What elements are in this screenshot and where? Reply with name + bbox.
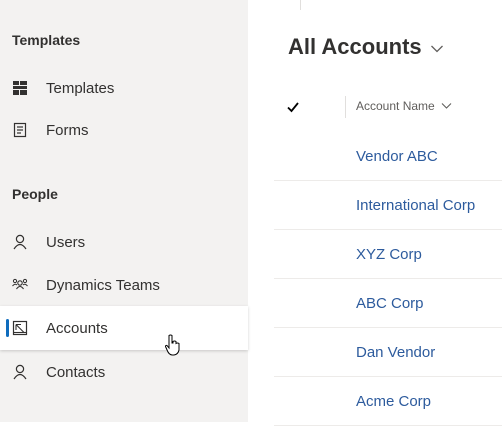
account-name-link[interactable]: Vendor ABC [356, 148, 438, 165]
table-row[interactable]: Dan Vendor [274, 328, 502, 377]
column-header-label: Account Name [356, 99, 435, 113]
column-divider [345, 96, 346, 118]
account-name-link[interactable]: Acme Corp [356, 393, 431, 410]
hand-cursor-icon [164, 334, 182, 361]
table-row[interactable]: Acme Corp [274, 377, 502, 426]
sidebar-item-label: Dynamics Teams [46, 276, 160, 294]
view-selector[interactable]: All Accounts [288, 34, 444, 60]
account-name-link[interactable]: Dan Vendor [356, 344, 435, 361]
sidebar-item-label: Accounts [46, 319, 108, 337]
sidebar-item-templates[interactable]: Templates [0, 66, 248, 110]
page-title: All Accounts [288, 34, 422, 59]
sidebar-item-forms[interactable]: Forms [0, 108, 248, 152]
table-row[interactable]: Vendor ABC [274, 132, 502, 181]
table-row[interactable]: International Corp [274, 181, 502, 230]
accounts-icon [12, 320, 28, 336]
table-row[interactable]: ABC Corp [274, 279, 502, 328]
teams-icon [12, 277, 28, 293]
sidebar-item-users[interactable]: Users [0, 220, 248, 264]
column-header-account-name[interactable]: Account Name [356, 99, 452, 113]
user-icon [12, 234, 28, 250]
sidebar-item-dynamics-teams[interactable]: Dynamics Teams [0, 263, 248, 307]
selected-indicator [6, 319, 9, 337]
sidebar-item-label: Contacts [46, 363, 106, 381]
templates-icon [12, 80, 28, 96]
sidebar-item-label: Users [46, 233, 86, 251]
chevron-down-icon [441, 99, 452, 113]
account-name-link[interactable]: XYZ Corp [356, 246, 422, 263]
section-title-people: People [12, 186, 58, 202]
account-name-link[interactable]: ABC Corp [356, 295, 424, 312]
section-title-templates: Templates [12, 32, 81, 48]
user-icon [12, 364, 28, 380]
sidebar-item-contacts[interactable]: Contacts [0, 350, 248, 394]
table-header: Account Name [274, 88, 502, 130]
sidebar-item-label: Forms [46, 121, 89, 139]
sidebar: Templates Templates Forms People Users D… [0, 0, 248, 422]
sidebar-item-label: Templates [46, 79, 115, 97]
sidebar-item-accounts[interactable]: Accounts [0, 306, 248, 350]
table-row[interactable]: XYZ Corp [274, 230, 502, 279]
checkmark-icon[interactable] [286, 100, 300, 119]
chevron-down-icon [430, 34, 444, 60]
forms-icon [12, 122, 28, 138]
header-divider [300, 0, 301, 10]
account-name-link[interactable]: International Corp [356, 197, 475, 214]
